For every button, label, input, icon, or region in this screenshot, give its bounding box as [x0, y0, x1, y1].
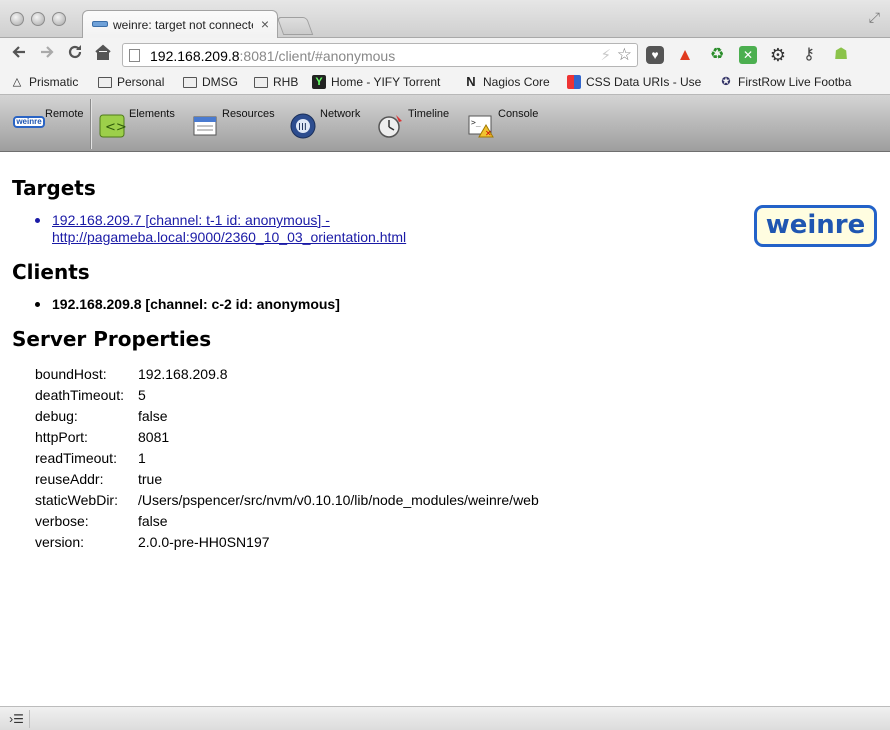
gear-icon[interactable]: ⚙ — [769, 46, 787, 64]
weinre-logo: weinre — [754, 205, 877, 247]
prismatic-icon: △ — [12, 76, 22, 88]
excel-icon[interactable]: ✕ — [739, 46, 757, 64]
close-window-button[interactable] — [10, 12, 24, 26]
toolbar-separator — [90, 99, 92, 149]
folder-icon — [254, 76, 268, 88]
bookmark-folder-personal[interactable]: Personal — [98, 75, 164, 89]
elements-icon: <> — [99, 114, 126, 138]
tab-close-icon[interactable]: × — [261, 16, 269, 32]
svg-text:>_: >_ — [471, 118, 481, 127]
folder-icon — [98, 76, 112, 88]
weinre-remote-panel: Targets 192.168.209.7 [channel: t-1 id: … — [0, 152, 890, 706]
tab-resources[interactable]: Resources — [191, 95, 281, 152]
target-url-link[interactable]: http://pagameba.local:9000/2360_10_03_or… — [52, 229, 406, 245]
client-text: 192.168.209.8 [channel: c-2 id: anonymou… — [52, 296, 340, 312]
target-list-item[interactable]: 192.168.209.7 [channel: t-1 id: anonymou… — [35, 212, 406, 246]
key-icon[interactable]: ⚷ — [800, 46, 818, 64]
tab-elements[interactable]: <> Elements — [98, 95, 188, 152]
window-titlebar: weinre: target not connected × ⤢ — [0, 0, 890, 39]
status-bar: ›☰ — [0, 706, 890, 730]
tab-console[interactable]: >_ ✕ Console — [467, 95, 557, 152]
svg-text:✕: ✕ — [485, 129, 492, 138]
tab-network[interactable]: III Network — [289, 95, 379, 152]
svg-text:III: III — [298, 122, 307, 133]
network-icon: III — [290, 113, 316, 139]
clients-heading: Clients — [12, 260, 90, 284]
server-properties-heading: Server Properties — [12, 327, 212, 351]
tab-remote[interactable]: weinre Remote — [0, 95, 90, 152]
page-icon — [129, 49, 140, 62]
vlc-icon[interactable]: ▲ — [676, 46, 694, 64]
target-link[interactable]: 192.168.209.7 [channel: t-1 id: anonymou… — [52, 212, 330, 228]
bookmark-firstrow[interactable]: ✪ FirstRow Live Footba — [719, 75, 851, 89]
tab-timeline[interactable]: Timeline — [376, 95, 466, 152]
minimize-window-button[interactable] — [31, 12, 45, 26]
client-list-item: 192.168.209.8 [channel: c-2 id: anonymou… — [35, 296, 340, 313]
yify-icon: Y — [312, 75, 326, 89]
back-arrow-icon[interactable] — [8, 43, 30, 66]
weinre-logo-icon: weinre — [13, 116, 45, 128]
pocket-icon[interactable]: ♥ — [646, 46, 664, 64]
reload-icon[interactable] — [64, 43, 86, 66]
resources-icon — [193, 116, 217, 136]
targets-heading: Targets — [12, 176, 96, 200]
home-icon[interactable] — [92, 43, 114, 66]
bullet-icon — [35, 218, 40, 223]
bookmark-folder-dmsg[interactable]: DMSG — [183, 75, 238, 89]
forward-arrow-icon[interactable] — [36, 43, 58, 66]
firstrow-icon: ✪ — [721, 76, 731, 88]
bookmark-folder-rhb[interactable]: RHB — [254, 75, 298, 89]
weinre-favicon-icon — [92, 21, 108, 27]
bookmark-nagios[interactable]: N Nagios Core — [464, 74, 549, 90]
android-icon[interactable]: ☗ — [832, 46, 850, 64]
nagios-icon: N — [466, 74, 476, 89]
folder-icon — [183, 76, 197, 88]
console-toggle-icon[interactable]: ›☰ — [4, 710, 30, 728]
address-bar[interactable]: 192.168.209.8:8081/client/#anonymous ⚡ ☆ — [122, 43, 638, 67]
svg-text:<>: <> — [105, 120, 126, 135]
bookmark-css-data-uris[interactable]: CSS Data URIs - Use — [567, 75, 701, 89]
css-icon — [567, 75, 581, 89]
bookmark-star-icon[interactable]: ☆ — [617, 45, 632, 65]
browser-tab-active[interactable]: weinre: target not connected × — [82, 10, 278, 39]
fullscreen-icon[interactable]: ⤢ — [869, 9, 880, 26]
weinre-toolbar: weinre Remote <> Elements Resources III … — [0, 95, 890, 152]
wrench-tree-icon[interactable]: ♻ — [708, 46, 726, 64]
new-tab-button[interactable] — [276, 17, 314, 35]
url-text[interactable]: 192.168.209.8:8081/client/#anonymous — [150, 48, 395, 64]
browser-toolbar: 192.168.209.8:8081/client/#anonymous ⚡ ☆… — [0, 38, 890, 71]
bookmark-prismatic[interactable]: △ Prismatic — [10, 75, 79, 89]
console-icon: >_ ✕ — [468, 115, 494, 138]
timeline-icon — [378, 115, 402, 138]
bookmarks-bar: △ Prismatic Personal DMSG RHB Y Home - YIF… — [0, 71, 890, 95]
bookmark-yify[interactable]: Y Home - YIFY Torrent — [312, 75, 440, 89]
bullet-icon — [35, 302, 40, 307]
tab-title: weinre: target not connected — [113, 18, 253, 32]
lightning-icon[interactable]: ⚡ — [600, 46, 611, 64]
zoom-window-button[interactable] — [52, 12, 66, 26]
